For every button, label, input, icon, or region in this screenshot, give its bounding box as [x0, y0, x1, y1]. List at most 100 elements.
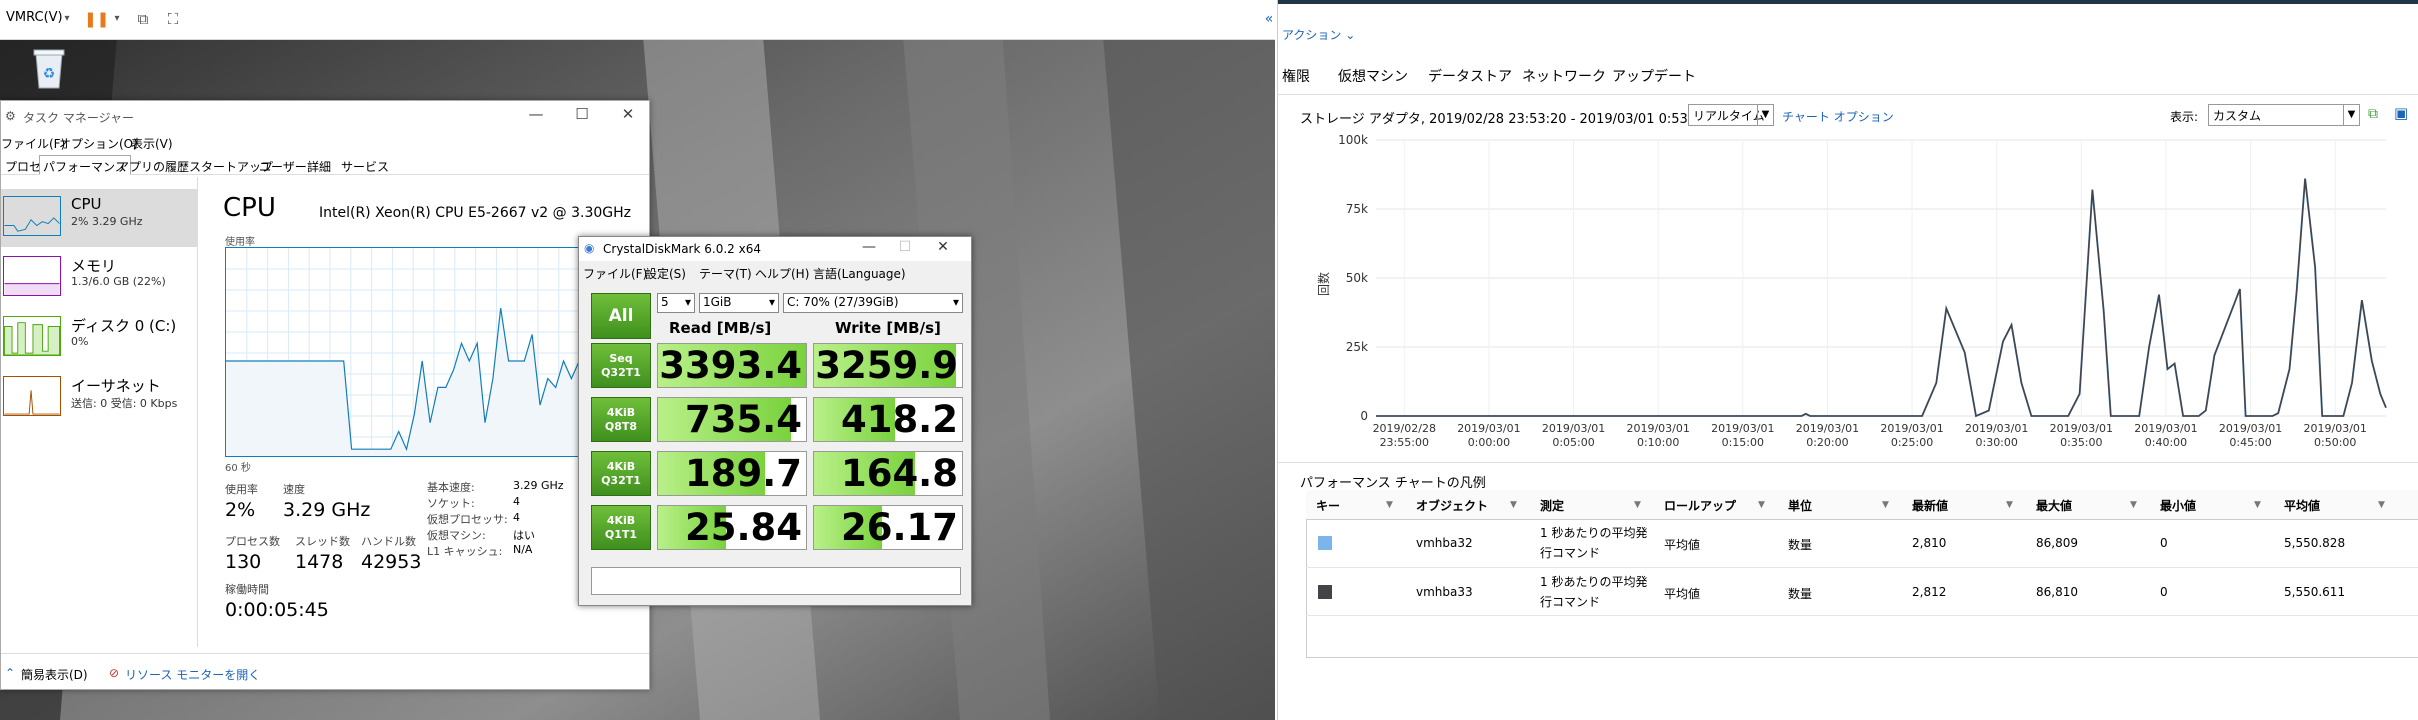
y-tick-label: 25k — [1346, 340, 1368, 354]
filter-icon[interactable]: ▼ — [2006, 500, 2013, 510]
menu-theme[interactable]: テーマ(T) — [699, 265, 752, 282]
maximize-button[interactable]: ☐ — [891, 239, 919, 259]
x-tick-label: 2019/03/01 — [1711, 422, 1774, 435]
fullscreen-icon[interactable]: ⛶ — [162, 8, 184, 30]
resource-monitor-link[interactable]: リソース モニターを開く — [125, 666, 260, 683]
close-button[interactable]: ✕ — [929, 239, 957, 259]
4kib-q1t1-button[interactable]: 4KiB Q1T1 — [591, 505, 651, 550]
filter-icon[interactable]: ▼ — [1634, 500, 1641, 510]
simple-view-link[interactable]: 簡易表示(D) — [21, 666, 88, 683]
read-result-value: 25.84 — [684, 506, 802, 549]
x-tick-label: 0:40:00 — [2145, 436, 2187, 449]
test-size-select[interactable]: 1GiB — [699, 293, 779, 313]
run-all-button[interactable]: All — [591, 293, 651, 339]
tab-permissions[interactable]: 権限 — [1282, 66, 1310, 86]
menu-file[interactable]: ファイル(F) — [1, 135, 65, 152]
menu-options[interactable]: オプション(O) — [59, 135, 138, 152]
send-keys-icon[interactable]: ⧉ — [132, 8, 154, 30]
legend-divider — [1278, 462, 2418, 463]
task-manager-titlebar[interactable]: ⚙ タスク マネージャー — ☐ ✕ — [1, 101, 649, 133]
vmrc-menu[interactable]: VMRC(V) — [6, 10, 63, 25]
sidebar-item-disk[interactable]: ディスク 0 (C:) 0% — [1, 309, 197, 367]
sidebar-item-label: イーサネット — [71, 377, 161, 395]
sidebar-item-subtext: 送信: 0 受信: 0 Kbps — [71, 397, 178, 410]
x-tick-label: 0:45:00 — [2229, 436, 2271, 449]
vm-console-desktop[interactable]: VMRC(V) ▾ ❚❚ ▾ ⧉ ⛶ « ♻ ⚙ タスク マネージャー — ☐ … — [0, 0, 1275, 720]
read-result-value: 3393.4 — [659, 344, 802, 387]
collapse-panel-icon[interactable]: « — [1258, 8, 1275, 30]
export-icon[interactable]: ⧉ — [2368, 106, 2378, 122]
tab-app-history[interactable]: アプリの履歴 — [113, 155, 193, 175]
menu-settings[interactable]: 設定(S) — [645, 265, 686, 282]
tab-datastores[interactable]: データストア — [1428, 66, 1512, 86]
vmrc-menu-chevron-icon[interactable]: ▾ — [56, 8, 78, 30]
min-cell: 0 — [2160, 536, 2168, 550]
recycle-bin-icon[interactable]: ♻ — [28, 44, 70, 90]
filter-icon[interactable]: ▼ — [1758, 500, 1765, 510]
sidebar-item-cpu[interactable]: CPU 2% 3.29 GHz — [1, 189, 197, 247]
detail-value: はい — [513, 529, 535, 542]
resource-monitor-icon: ⊘ — [109, 666, 120, 680]
pause-chevron-icon[interactable]: ▾ — [106, 8, 128, 30]
crystaldiskmark-titlebar[interactable]: ◉ CrystalDiskMark 6.0.2 x64 — ☐ ✕ — [579, 237, 971, 261]
filter-icon[interactable]: ▼ — [1882, 500, 1889, 510]
maximize-button[interactable]: ☐ — [567, 105, 597, 127]
x-tick-label: 2019/03/01 — [1965, 422, 2028, 435]
minimize-button[interactable]: — — [855, 239, 883, 259]
tabs-divider — [1278, 94, 2418, 95]
drive-select[interactable]: C: 70% (27/39GiB) — [783, 293, 963, 313]
tab-details[interactable]: 詳細 — [303, 155, 335, 175]
save-chart-icon[interactable]: ▣ — [2394, 104, 2408, 122]
sidebar-item-memory[interactable]: メモリ 1.3/6.0 GB (22%) — [1, 249, 197, 307]
tab-vms[interactable]: 仮想マシン — [1338, 66, 1408, 86]
sidebar-item-label: メモリ — [71, 257, 117, 275]
read-result: 189.7 — [657, 451, 807, 496]
close-button[interactable]: ✕ — [613, 105, 643, 127]
table-row[interactable] — [1306, 520, 2418, 568]
read-result: 25.84 — [657, 505, 807, 550]
write-result: 3259.9 — [813, 343, 963, 388]
sidebar-item-subtext: 2% 3.29 GHz — [71, 215, 143, 228]
timespan-select[interactable]: リアルタイム ▼ — [1688, 104, 1774, 126]
table-row[interactable] — [1306, 568, 2418, 616]
tab-networks[interactable]: ネットワーク — [1522, 66, 1606, 86]
write-result: 164.8 — [813, 451, 963, 496]
view-select[interactable]: カスタム ▼ — [2208, 104, 2360, 126]
menu-file[interactable]: ファイル(F) — [583, 265, 647, 282]
test-label: 4KiB — [606, 406, 636, 419]
collapse-arrow-icon[interactable]: ⌃ — [5, 666, 15, 680]
performance-chart: 100k 75k 50k 25k 0 2019/02/2823:55:00 2019/03/… — [1316, 134, 2387, 449]
menu-language[interactable]: 言語(Language) — [813, 265, 906, 282]
pause-icon[interactable]: ❚❚ — [84, 8, 109, 30]
filter-icon[interactable]: ▼ — [2130, 500, 2137, 510]
4kib-q8t8-button[interactable]: 4KiB Q8T8 — [591, 397, 651, 442]
write-result-value: 3259.9 — [815, 344, 958, 387]
actions-menu[interactable]: アクション ⌄ — [1282, 26, 1355, 43]
chevron-down-icon: ▼ — [2343, 105, 2359, 125]
filter-icon[interactable]: ▼ — [2254, 500, 2261, 510]
timespan-select-value: リアルタイム — [1693, 109, 1765, 123]
comment-input[interactable] — [591, 567, 961, 595]
4kib-q32t1-button[interactable]: 4KiB Q32T1 — [591, 451, 651, 496]
test-sublabel: Q32T1 — [601, 474, 641, 487]
x-tick-label: 0:50:00 — [2314, 436, 2356, 449]
filter-icon[interactable]: ▼ — [1510, 500, 1517, 510]
crystaldiskmark-app-icon: ◉ — [584, 241, 595, 255]
menu-help[interactable]: ヘルプ(H) — [755, 265, 809, 282]
usage-axis-label: 使用率 — [225, 237, 255, 248]
sidebar-item-ethernet[interactable]: イーサネット 送信: 0 受信: 0 Kbps — [1, 369, 197, 427]
x-tick-label: 2019/03/01 — [1457, 422, 1520, 435]
chart-options-link[interactable]: チャート オプション — [1782, 108, 1894, 125]
uptime-label: 稼働時間 — [225, 583, 269, 596]
filter-icon[interactable]: ▼ — [2378, 500, 2385, 510]
test-count-select[interactable]: 5 — [657, 293, 695, 313]
filter-icon[interactable]: ▼ — [1386, 500, 1393, 510]
seq-q32t1-button[interactable]: Seq Q32T1 — [591, 343, 651, 388]
tab-updates[interactable]: アップデート — [1612, 66, 1696, 86]
tab-services[interactable]: サービス — [337, 155, 393, 175]
latest-cell: 2,812 — [1912, 585, 1947, 599]
detail-value: 4 — [513, 511, 520, 524]
unit-cell: 数量 — [1788, 587, 1813, 601]
menu-view[interactable]: 表示(V) — [131, 135, 173, 152]
minimize-button[interactable]: — — [521, 105, 551, 127]
